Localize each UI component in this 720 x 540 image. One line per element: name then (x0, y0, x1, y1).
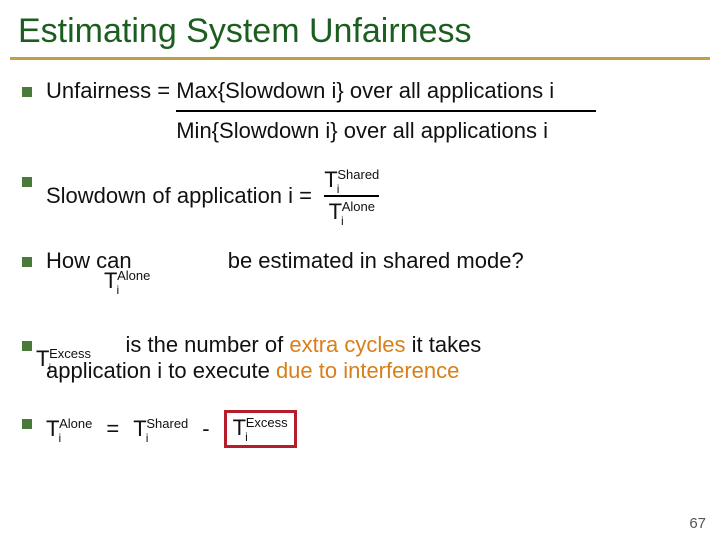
eq-t-shared: TiShared (133, 418, 188, 440)
highlight-box: TiExcess (224, 410, 297, 448)
bullet-icon (22, 87, 32, 97)
page-number: 67 (689, 515, 706, 532)
fraction-rule-icon (176, 110, 596, 112)
bullet-3-content: How can TiAlone be estimated in shared m… (46, 248, 698, 274)
bullet-3: How can TiAlone be estimated in shared m… (22, 248, 698, 308)
bullet-icon (22, 341, 32, 351)
unfairness-denominator: Min{Slowdown i} over all applications i (176, 118, 596, 144)
t-sup: Alone (342, 199, 375, 214)
slide-title: Estimating System Unfairness (0, 0, 720, 51)
bullet-2: Slowdown of application i = TiShared TiA… (22, 168, 698, 224)
bullet-icon (22, 257, 32, 267)
t-sub: i (58, 431, 61, 445)
due-to-interference-text: due to interference (276, 358, 459, 383)
t-sup: Excess (246, 415, 288, 430)
t-alone-term: TiAlone (104, 270, 150, 292)
bullet-5: TiAlone = TiShared - TiExcess (22, 410, 698, 448)
unfairness-numerator: Max{Slowdown i} over all applications i (176, 78, 596, 104)
line1a: is the number of (125, 332, 289, 357)
eq-t-excess: TiExcess (233, 417, 288, 439)
bullet-2-content: Slowdown of application i = TiShared TiA… (46, 168, 698, 224)
bullet-1: Unfairness = Max{Slowdown i} over all ap… (22, 78, 698, 144)
line1b: it takes (406, 332, 482, 357)
t-base: T (133, 416, 146, 441)
fraction-rule-icon (324, 195, 379, 197)
bullet-4-content: TiExcess is the number of extra cycles i… (46, 332, 698, 384)
t-base: T (324, 167, 337, 192)
t-base: T (329, 199, 342, 224)
howcan-q2: be estimated in shared mode? (228, 248, 524, 273)
bullet-4: TiExcess is the number of extra cycles i… (22, 332, 698, 386)
t-sub: i (116, 283, 119, 297)
t-excess-term: TiExcess (36, 348, 91, 370)
t-sub: i (245, 430, 248, 444)
bullet-1-content: Unfairness = Max{Slowdown i} over all ap… (46, 78, 698, 144)
t-sup: Alone (59, 416, 92, 431)
t-sup: Excess (49, 346, 91, 361)
eq-t-alone: TiAlone (46, 418, 92, 440)
t-sup: Shared (337, 167, 379, 182)
t-sup: Shared (146, 416, 188, 431)
t-sub: i (337, 182, 340, 196)
t-sup: Alone (117, 268, 150, 283)
t-sub: i (146, 431, 149, 445)
equals-sign: = (106, 416, 119, 442)
bullet-icon (22, 177, 32, 187)
extra-cycles-text: extra cycles (289, 332, 405, 357)
slide-body: Unfairness = Max{Slowdown i} over all ap… (0, 60, 720, 448)
minus-sign: - (202, 416, 209, 442)
slowdown-fraction: TiShared TiAlone (324, 168, 379, 224)
t-sub: i (341, 214, 344, 228)
unfairness-lead: Unfairness = (46, 78, 176, 104)
bullet-5-content: TiAlone = TiShared - TiExcess (46, 410, 698, 448)
bullet-icon (22, 419, 32, 429)
slowdown-lead: Slowdown of application i = (46, 183, 324, 209)
t-sub: i (48, 361, 51, 375)
